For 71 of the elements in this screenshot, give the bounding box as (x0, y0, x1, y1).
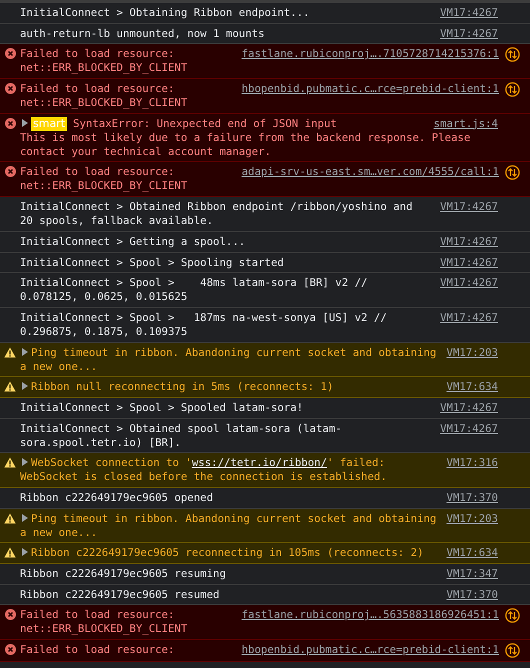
console-message: Failed to load resource: net::ERR_BLOCKED_BY_CLIENT (20, 47, 188, 76)
source-link[interactable]: VM17:4267 (440, 310, 498, 325)
error-icon (4, 609, 16, 620)
console-message: InitialConnect > Obtained Ribbon endpoint /ribbon/yoshino and 20 spools, fallback available. (20, 200, 414, 228)
console-message: Failed to load resource: net::ERR_BLOCKED_BY_CLIENT (20, 608, 188, 636)
context-badge: smart (31, 116, 68, 131)
console-message: Ribbon null reconnecting in 5ms (reconnects: 1) (20, 380, 443, 394)
source-link[interactable]: VM17:4267 (440, 200, 498, 214)
source-link[interactable]: smart.js:4 (434, 116, 498, 131)
console-message: Ribbon c222649179ec9605 resuming (20, 567, 227, 582)
source-link[interactable]: VM17:4267 (440, 6, 498, 20)
source-link[interactable]: hbopenbid.pubmatic.c…rce=prebid-client:1 (242, 643, 499, 658)
console-message: InitialConnect > Spool > 48ms latam-sora [BR] v2 // 0.078125, 0.0625, 0.015625 (20, 276, 368, 304)
console-message: Ribbon c222649179ec9605 resumed (20, 588, 220, 602)
source-link[interactable]: VM17:203 (446, 512, 498, 526)
source-link[interactable]: VM17:4267 (440, 422, 498, 436)
console-message: InitialConnect > Obtaining Ribbon endpoint... (20, 6, 311, 20)
console-message: InitialConnect > Spool > Spooled latam-sora! (20, 400, 304, 415)
source-link[interactable]: VM17:4267 (440, 26, 498, 41)
url-link[interactable]: wss://tetr.io/ribbon/ (192, 456, 327, 470)
error-icon (4, 166, 16, 178)
warning-icon (4, 547, 16, 558)
console-message: Ribbon c222649179ec9605 reconnecting in 105ms (reconnects: 2) (20, 546, 443, 560)
warning-icon (4, 457, 16, 468)
source-link[interactable]: VM17:203 (446, 346, 498, 360)
console-message: Ping timeout in ribbon. Abandoning current socket and obtaining a new one... (20, 512, 438, 540)
source-link[interactable]: VM17:370 (446, 588, 498, 602)
console-message: WebSocket connection to 'wss://tetr.io/ribbon/' failed: WebSocket is closed before the connection is established. (20, 456, 388, 484)
console-message: Failed to load resource: net::ERR_BLOCKED_BY_CLIENT (20, 82, 188, 110)
network-request-icon[interactable] (505, 47, 520, 62)
warning-icon (4, 346, 16, 358)
console-message: Ribbon c222649179ec9605 opened (20, 491, 214, 505)
console-message: InitialConnect > Obtained spool latam-sora (latam- sora.spool.tetr.io) [BR]. (20, 422, 343, 450)
expand-triangle-icon[interactable] (22, 514, 28, 522)
console-message: auth-return-lb unmounted, now 1 mounts (20, 26, 266, 41)
expand-triangle-icon[interactable] (22, 118, 28, 127)
source-link[interactable]: VM17:4267 (440, 256, 498, 270)
source-link[interactable]: hbopenbid.pubmatic.c…rce=prebid-client:1 (242, 82, 499, 96)
network-request-icon[interactable] (505, 643, 520, 658)
network-request-icon[interactable] (505, 82, 520, 98)
expand-triangle-icon[interactable] (22, 458, 28, 466)
console-message: Ping timeout in ribbon. Abandoning current socket and obtaining a new one... (20, 346, 438, 374)
source-link[interactable]: VM17:634 (446, 546, 498, 560)
source-link[interactable]: VM17:4267 (440, 276, 498, 290)
source-link[interactable]: VM17:347 (446, 567, 498, 582)
source-link[interactable]: VM17:4267 (440, 234, 498, 249)
source-link[interactable]: fastlane.rubiconproj….5635883186926451:1 (242, 608, 499, 622)
console-message: InitialConnect > Spool > Spooling started (20, 256, 285, 270)
error-icon (4, 48, 16, 60)
console-message: smart SyntaxError: Unexpected end of JSON input (20, 116, 430, 131)
network-request-icon[interactable] (505, 165, 520, 180)
error-icon (4, 644, 16, 656)
console-message-detail: This is most likely due to a failure from the backend response. Please contact your technical account manager. (20, 130, 470, 159)
console-message: InitialConnect > Spool > 187ms na-west-sonya [US] v2 // 0.296875, 0.1875, 0.109375 (20, 310, 388, 339)
console-message: InitialConnect > Getting a spool... (20, 234, 246, 249)
console-message: Failed to load resource: (20, 643, 176, 658)
warning-icon (4, 512, 16, 524)
source-link[interactable]: VM17:370 (446, 491, 498, 505)
source-link[interactable]: VM17:4267 (440, 400, 498, 415)
network-request-icon[interactable] (505, 608, 520, 624)
expand-triangle-icon[interactable] (22, 548, 28, 556)
source-link[interactable]: fastlane.rubiconproj….7105728714215376:1 (242, 47, 499, 62)
warning-icon (4, 381, 16, 392)
source-link[interactable]: adapi-srv-us-east.sm…ver.com/4555/call:1 (242, 165, 499, 180)
expand-triangle-icon[interactable] (22, 382, 28, 390)
error-icon (4, 118, 16, 129)
source-link[interactable]: VM17:634 (446, 380, 498, 394)
console-message: Failed to load resource: net::ERR_BLOCKED_BY_CLIENT (20, 165, 188, 194)
error-icon (4, 83, 16, 94)
source-link[interactable]: VM17:316 (446, 456, 498, 470)
expand-triangle-icon[interactable] (22, 348, 28, 356)
